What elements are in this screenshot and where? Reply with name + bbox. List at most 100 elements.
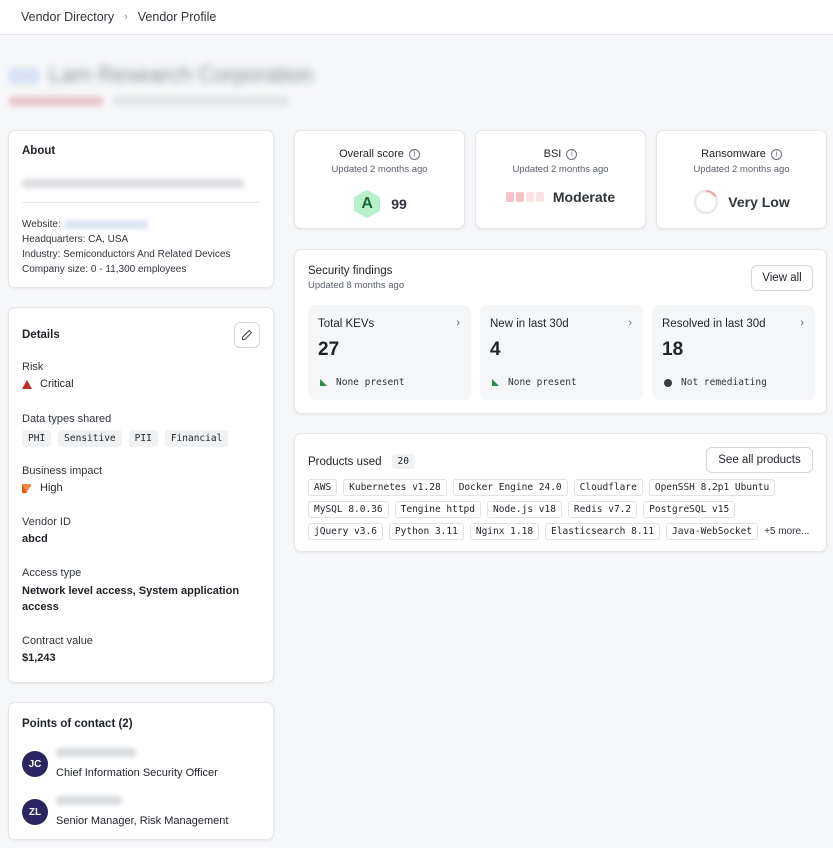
products-card: Products used 20 See all products AWS Ku… <box>294 433 827 552</box>
avatar: JC <box>22 751 48 777</box>
total-kevs-value: 27 <box>318 339 340 360</box>
edit-button[interactable] <box>234 322 260 348</box>
status-dot-icon <box>664 378 672 387</box>
overall-grade: A <box>361 195 373 212</box>
breadcrumb-current: Vendor Profile <box>137 10 217 24</box>
products-list: AWS Kubernetes v1.28 Docker Engine 24.0 … <box>308 479 818 545</box>
contact-role: Senior Manager, Risk Management <box>56 815 229 827</box>
contacts-card: Points of contact (2) JC Chief Informati… <box>8 702 274 840</box>
bsi-title: BSI <box>543 148 562 160</box>
product-tag: MySQL 8.0.36 <box>308 501 389 518</box>
avatar: ZL <box>22 799 48 825</box>
ransomware-title: Ransomware <box>701 148 766 160</box>
access-type-value: Network level access, System application… <box>22 585 240 613</box>
new-30d-tile[interactable]: New in last 30d › 4 None present <box>480 305 643 400</box>
data-type-chip: PII <box>128 430 158 447</box>
contract-value: $1,243 <box>22 652 56 664</box>
contact-name <box>56 796 122 805</box>
products-count-badge: 20 <box>391 454 415 469</box>
info-icon[interactable]: i <box>408 148 420 160</box>
about-info: Website: Headquarters: CA, USA Industry:… <box>22 219 231 275</box>
divider <box>22 202 260 203</box>
more-products-link[interactable]: +5 more... <box>764 526 809 537</box>
product-tag: Nginx 1.18 <box>469 523 540 540</box>
product-tag: Python 3.11 <box>388 523 464 540</box>
impact-value: High <box>40 482 63 494</box>
bsi-updated: Updated 2 months ago <box>512 164 609 175</box>
findings-updated: Updated 8 months ago <box>308 280 405 291</box>
data-type-chip: Financial <box>164 430 229 447</box>
status-triangle-icon <box>320 379 327 386</box>
critical-risk-icon <box>22 379 32 389</box>
about-title: About <box>22 145 56 157</box>
chevron-right-icon: › <box>800 317 804 329</box>
see-all-products-button[interactable]: See all products <box>706 447 813 473</box>
overall-score-value: 99 <box>391 196 407 212</box>
about-card: About Website: Headquarters: CA, USA Ind… <box>8 130 274 288</box>
data-types-field: Data types shared PHI Sensitive PII Fina… <box>22 413 229 447</box>
industry-value: Semiconductors And Related Devices <box>63 249 231 260</box>
product-tag: Docker Engine 24.0 <box>452 479 568 496</box>
company-size-value: 0 - 11,300 employees <box>90 264 187 275</box>
business-impact-field: Business impact High <box>22 465 103 494</box>
resolved-30d-tile[interactable]: Resolved in last 30d › 18 Not remediatin… <box>652 305 815 400</box>
findings-title: Security findings <box>308 265 393 277</box>
ransomware-value: Very Low <box>728 194 790 210</box>
vendor-logo <box>9 68 39 84</box>
product-tag: PostgreSQL v15 <box>643 501 736 518</box>
chevron-right-icon: › <box>124 11 128 23</box>
vendor-id-value: abcd <box>22 533 48 545</box>
info-icon[interactable]: i <box>566 148 578 160</box>
ransomware-card[interactable]: Ransomware i Updated 2 months ago Very Lo… <box>656 130 827 229</box>
bsi-level-bars-icon <box>505 192 544 202</box>
products-title: Products used <box>308 455 382 468</box>
access-type-field: Access type Network level access, System… <box>22 567 260 615</box>
grade-hexagon-icon: A <box>352 189 382 219</box>
high-impact-icon <box>22 483 31 493</box>
view-all-button[interactable]: View all <box>751 265 813 291</box>
details-title: Details <box>22 329 60 341</box>
breadcrumb-link[interactable]: Vendor Directory <box>21 10 114 24</box>
new-30d-value: 4 <box>490 339 501 360</box>
chevron-right-icon: › <box>456 317 460 329</box>
product-tag: Node.js v18 <box>487 501 562 518</box>
resolved-30d-value: 18 <box>662 339 684 360</box>
website-link[interactable] <box>63 219 148 229</box>
product-tag: Elasticsearch 8.11 <box>545 523 660 540</box>
product-tag: Cloudflare <box>573 479 643 496</box>
chevron-right-icon: › <box>628 317 632 329</box>
bsi-value: Moderate <box>552 189 616 205</box>
overall-score-updated: Updated 2 months ago <box>331 164 428 175</box>
breadcrumb: Vendor Directory › Vendor Profile <box>0 0 833 35</box>
headquarters-value: CA, USA <box>88 234 129 245</box>
overall-score-card[interactable]: Overall score i Updated 2 months ago A 99 <box>294 130 465 229</box>
ransomware-gauge-icon <box>694 189 719 215</box>
data-type-chip: Sensitive <box>58 430 122 447</box>
product-tag: OpenSSH 8.2p1 Ubuntu <box>648 479 776 496</box>
bsi-card[interactable]: BSI i Updated 2 months ago Moderate <box>475 130 646 229</box>
contact-name <box>56 748 136 757</box>
contract-value-field: Contract value $1,243 <box>22 635 93 664</box>
security-findings-card: Security findings Updated 8 months ago V… <box>294 249 827 414</box>
product-tag: jQuery v3.6 <box>308 523 383 540</box>
vendor-id-field: Vendor ID abcd <box>22 516 71 545</box>
contact-item[interactable]: JC Chief Information Security Officer <box>22 747 262 787</box>
risk-value: Critical <box>40 378 74 390</box>
info-icon[interactable]: i <box>770 148 782 160</box>
product-tag: Kubernetes v1.28 <box>343 479 447 496</box>
total-kevs-tile[interactable]: Total KEVs › 27 None present <box>308 305 471 400</box>
about-description <box>22 179 244 188</box>
vendor-subtitle <box>113 96 289 106</box>
contact-role: Chief Information Security Officer <box>56 767 218 779</box>
product-tag: Java-WebSocket <box>666 523 759 540</box>
product-tag: AWS <box>308 479 338 496</box>
pencil-icon <box>241 329 253 341</box>
overall-score-title: Overall score <box>339 148 404 160</box>
product-tag: Tengine httpd <box>394 501 481 518</box>
status-triangle-icon <box>492 379 499 386</box>
risk-field: Risk Critical <box>22 361 74 390</box>
product-tag: Redis v7.2 <box>567 501 638 518</box>
contacts-title: Points of contact (2) <box>22 718 133 730</box>
vendor-name: Lam Research Corporation <box>49 62 314 87</box>
contact-item[interactable]: ZL Senior Manager, Risk Management <box>22 795 262 835</box>
